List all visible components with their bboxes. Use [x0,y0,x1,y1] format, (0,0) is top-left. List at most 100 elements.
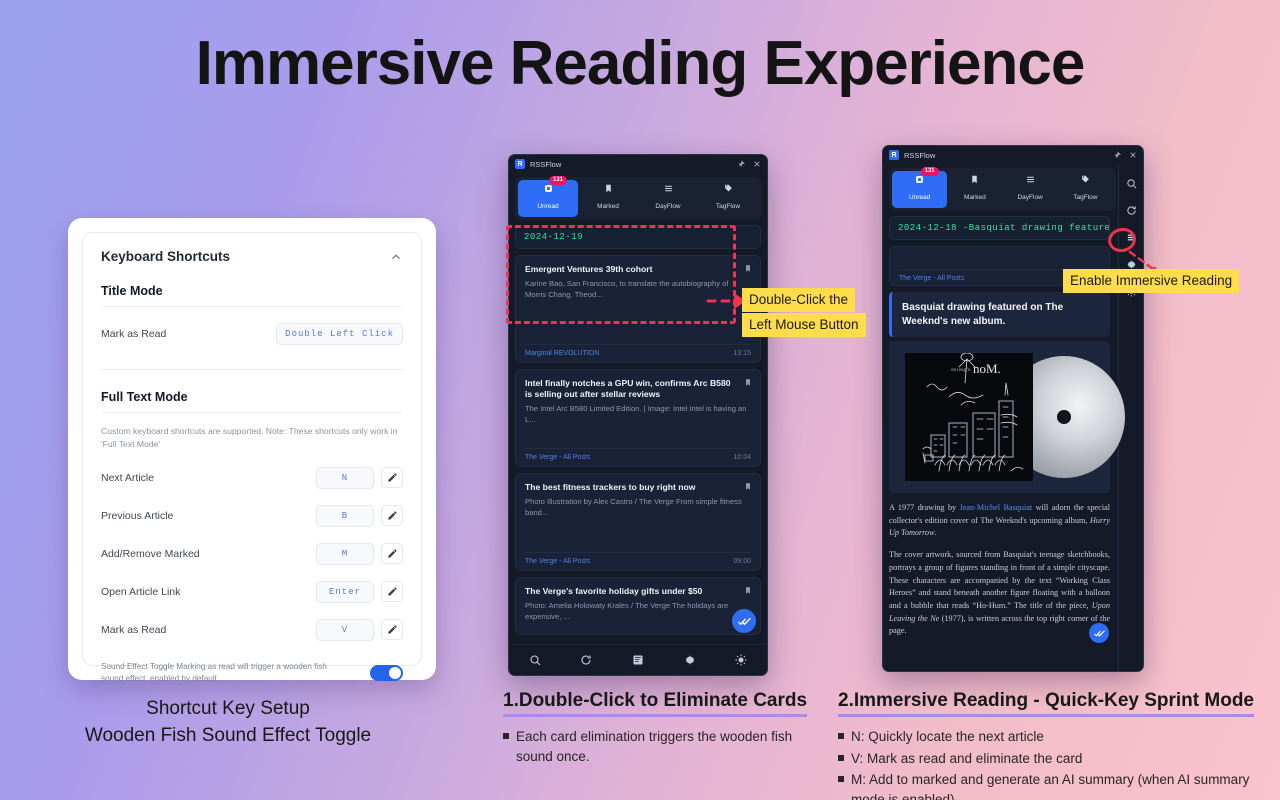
gear-icon[interactable] [684,654,696,666]
app-logo-icon: R [515,159,525,169]
article-paragraph-2: The cover artwork, sourced from Basquiat… [889,549,1110,638]
left-caption: Shortcut Key Setup Wooden Fish Sound Eff… [46,696,410,749]
article-card[interactable]: The best fitness trackers to buy right n… [515,473,761,571]
shortcut-row-next-article: Next Article N [101,466,403,489]
tab-label: DayFlow [655,203,681,210]
tab-label: Marked [964,194,986,201]
edit-pencil-icon[interactable] [381,505,403,527]
divider [101,412,403,413]
tab-label: Unread [908,194,931,201]
svg-text:on uwg 'u: on uwg 'u [951,368,971,373]
settings-panel: Keyboard Shortcuts Title Mode Mark as Re… [68,218,436,683]
close-icon[interactable] [1129,151,1137,159]
refresh-icon[interactable] [1126,205,1137,216]
article-paragraph-1: A 1977 drawing by Jean-Michel Basquiat w… [889,502,1110,540]
shortcut-keycap[interactable]: N [316,466,374,489]
shortcut-label: Add/Remove Marked [101,547,200,560]
shortcut-label: Previous Article [101,509,174,522]
shortcut-row-open-article-link: Open Article Link Enter [101,580,403,603]
middle-caption-bullets: Each card elimination triggers the woode… [503,727,803,766]
tab-dayflow[interactable]: DayFlow [1003,171,1058,208]
sound-effect-toggle[interactable] [370,665,403,682]
article-desc: The Intel Arc B580 Limited Edition. | Im… [525,404,747,425]
edit-pencil-icon[interactable] [381,619,403,641]
article-icon[interactable] [632,654,644,666]
bookmark-icon[interactable] [744,482,752,491]
article-source[interactable]: The Verge - All Posts [525,454,590,461]
unread-badge: 131 [549,176,568,185]
sun-icon[interactable] [735,654,747,666]
chevron-up-icon[interactable] [389,250,403,264]
bullet-text: Each card elimination triggers the woode… [516,729,793,764]
bookmark-icon[interactable] [744,264,752,273]
double-click-callout-line1: Double-Click the [742,288,856,313]
tag-icon [1082,175,1089,183]
shortcut-keycap[interactable]: Enter [316,580,374,603]
search-icon[interactable] [529,654,541,666]
article-time: 10:04 [733,454,751,461]
article-source[interactable]: The Verge - All Posts [899,275,964,282]
article-desc: Photo Illustration by Alex Castro / The … [525,497,742,518]
tab-label: TagFlow [1073,194,1098,201]
right-caption: 2.Immersive Reading - Quick-Key Sprint M… [838,690,1274,800]
tab-tagflow[interactable]: TagFlow [698,180,758,217]
double-check-icon [1093,629,1105,637]
shortcut-row-previous-article: Previous Article B [101,504,403,527]
bookmark-icon [605,184,611,193]
bullet-text: M: Add to marked and generate an AI summ… [851,772,1250,800]
search-icon[interactable] [1126,178,1137,189]
basquiat-link[interactable]: Jean-Michel Basquiat [960,503,1033,512]
bookmark-icon [972,175,978,184]
shortcut-keycap[interactable]: Double Left Click [276,323,403,345]
article-card[interactable]: Intel finally notches a GPU win, confirm… [515,369,761,467]
tab-marked[interactable]: Marked [947,171,1002,208]
mark-all-read-fab[interactable] [1089,623,1109,643]
tab-tagflow[interactable]: TagFlow [1058,171,1113,208]
article-source[interactable]: The Verge - All Posts [525,558,590,565]
tab-marked[interactable]: Marked [578,180,638,217]
edit-pencil-icon[interactable] [381,581,403,603]
mark-all-read-fab[interactable] [732,609,756,633]
pin-icon[interactable] [737,160,745,168]
pin-icon[interactable] [1113,151,1121,159]
full-text-mode-note: Custom keyboard shortcuts are supported.… [101,426,398,449]
inbox-icon [916,176,923,183]
divider [101,306,403,307]
full-text-mode-heading: Full Text Mode [101,390,188,404]
article-card[interactable]: The Verge's favorite holiday gifts under… [515,577,761,635]
bookmark-icon[interactable] [744,378,752,387]
tab-label: Marked [597,203,619,210]
paragraph-segment: A 1977 drawing by [889,503,960,512]
page-title: Immersive Reading Experience [195,29,1086,98]
article-card-footer: The Verge - All Posts 10:04 [525,448,751,461]
article-time: 13:15 [733,350,751,357]
tab-dayflow[interactable]: DayFlow [638,180,698,217]
refresh-icon[interactable] [580,654,592,666]
bookmark-icon[interactable] [744,586,752,595]
bullet-square-icon [838,754,844,761]
edit-pencil-icon[interactable] [381,543,403,565]
shortcut-row-add-remove-marked: Add/Remove Marked M [101,542,403,565]
divider [101,369,403,370]
shortcut-keycap[interactable]: V [316,618,374,641]
tab-bar: 131 Unread Marked DayFlow TagFlow [889,167,1116,211]
article-title: Intel finally notches a GPU win, confirm… [525,378,731,400]
shortcut-label: Open Article Link [101,585,181,598]
double-click-highlight-box [506,225,736,324]
article-source[interactable]: Marginal REVOLUTION [525,350,599,357]
keyboard-shortcuts-header[interactable]: Keyboard Shortcuts [101,249,403,264]
window-titlebar: R RSSFlow [883,146,1143,164]
edit-pencil-icon[interactable] [381,467,403,489]
tab-unread[interactable]: 131 Unread [518,176,578,217]
article-title: The Verge's favorite holiday gifts under… [525,586,703,596]
shortcut-keycap[interactable]: M [316,542,374,565]
tab-unread[interactable]: 131 Unread [892,167,948,208]
bullet-item: M: Add to marked and generate an AI summ… [838,770,1274,800]
app-name: RSSFlow [904,150,936,160]
shortcut-keycap[interactable]: B [316,504,374,527]
shortcut-row-mark-as-read-title-mode: Mark as Read Double Left Click [101,323,403,345]
reader-pane: Basquiat drawing featured on The Weeknd'… [889,292,1125,638]
close-icon[interactable] [753,160,761,168]
middle-caption-heading: 1.Double-Click to Eliminate Cards [503,690,808,717]
double-check-icon [737,617,751,625]
